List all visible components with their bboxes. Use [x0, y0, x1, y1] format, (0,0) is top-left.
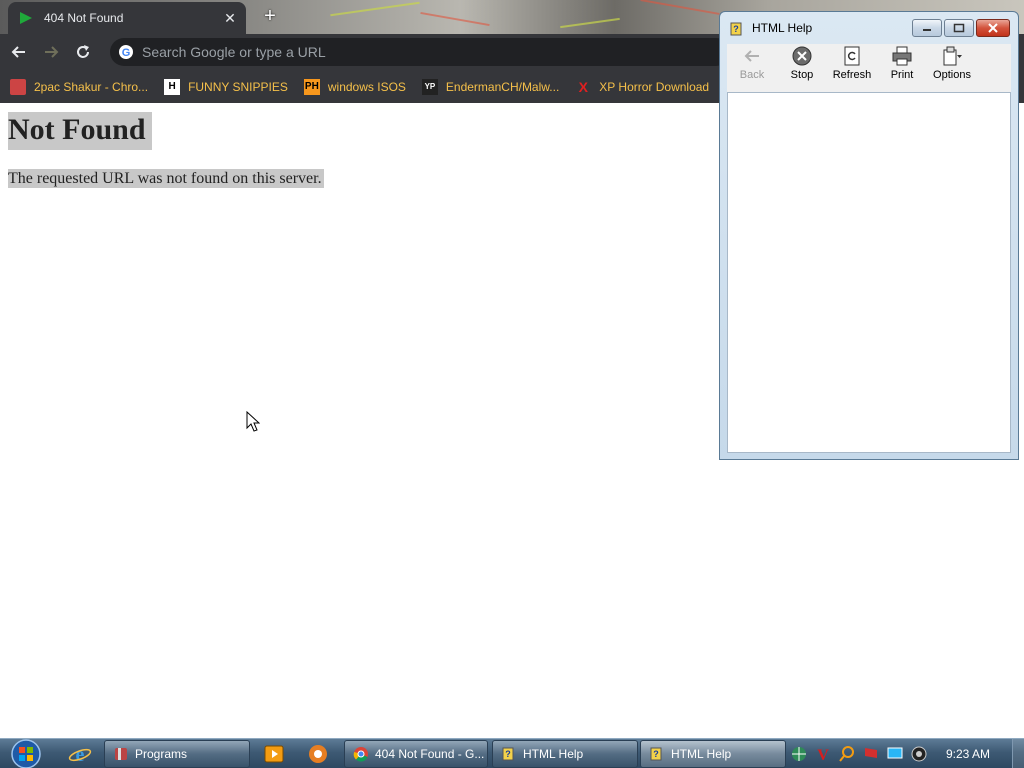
help-back-button[interactable]: Back — [727, 45, 777, 81]
help-options-label: Options — [933, 69, 971, 81]
bookmark-funny-snippies[interactable]: H FUNNY SNIPPIES — [164, 78, 288, 95]
close-button[interactable] — [976, 19, 1010, 37]
start-orb-icon[interactable] — [6, 738, 46, 768]
tupac-icon — [10, 78, 26, 95]
play-flag-icon — [20, 12, 32, 24]
svg-text:?: ? — [653, 749, 659, 759]
forward-button[interactable] — [38, 39, 64, 65]
svg-text:V: V — [817, 747, 829, 763]
help-content-pane[interactable] — [727, 92, 1011, 453]
svg-text:G: G — [122, 47, 131, 59]
programs-icon — [115, 748, 127, 760]
help-book-icon: ? — [730, 22, 742, 36]
antivirus-v-icon[interactable]: V — [814, 745, 832, 763]
show-desktop-button[interactable] — [1012, 739, 1024, 768]
help-book-icon: ? — [502, 747, 514, 761]
task-label: HTML Help — [671, 747, 732, 761]
search-tool-icon[interactable] — [838, 745, 856, 763]
task-label: HTML Help — [523, 747, 584, 761]
stop-icon — [792, 46, 812, 66]
bookmark-label: 2pac Shakur - Chro... — [34, 79, 149, 94]
help-toolbar: Back Stop Refresh Print Options — [727, 44, 1011, 92]
error-message: The requested URL was not found on this … — [8, 169, 324, 188]
taskbar-html-help-1[interactable]: ? HTML Help — [492, 740, 638, 768]
bookmark-2pac[interactable]: 2pac Shakur - Chro... — [10, 78, 149, 95]
bookmark-label: FUNNY SNIPPIES — [188, 79, 288, 94]
bookmark-label: XP Horror Download — [599, 79, 710, 94]
bookmark-label: EndermanCH/Malw... — [445, 79, 560, 94]
help-print-label: Print — [890, 69, 914, 81]
back-button[interactable] — [6, 39, 32, 65]
x-icon: X — [578, 78, 588, 95]
help-stop-button[interactable]: Stop — [777, 45, 827, 81]
help-back-label: Back — [739, 69, 765, 81]
minimize-button[interactable] — [912, 19, 942, 37]
omnibox-input[interactable] — [142, 44, 730, 60]
reload-button[interactable] — [70, 39, 96, 65]
help-book-icon: ? — [650, 747, 662, 761]
page-title: Not Found — [8, 112, 152, 150]
refresh-icon — [844, 46, 860, 66]
help-stop-label: Stop — [790, 69, 814, 81]
omnibox[interactable]: G — [110, 38, 730, 66]
options-icon — [943, 46, 962, 66]
display-icon[interactable] — [886, 745, 904, 763]
help-print-button[interactable]: Print — [877, 45, 927, 81]
close-icon — [988, 23, 998, 33]
maximize-icon — [953, 23, 965, 33]
app-shortcut-icon[interactable] — [306, 743, 330, 765]
chrome-icon — [353, 747, 368, 762]
h-icon: H — [164, 78, 181, 95]
yp-icon: YP — [421, 78, 438, 95]
google-g-icon: G — [119, 45, 133, 59]
arrow-left-icon — [11, 46, 25, 58]
taskbar: e Programs 404 Not Found - G... ? HTML H… — [0, 738, 1024, 768]
task-label: 404 Not Found - G... — [375, 747, 485, 761]
media-player-icon[interactable] — [262, 743, 286, 765]
tab-close-icon[interactable]: ✕ — [222, 10, 238, 26]
help-options-button[interactable]: Options — [927, 45, 977, 81]
internet-explorer-icon[interactable]: e — [68, 743, 92, 765]
bookmark-label: windows ISOS — [327, 79, 406, 94]
svg-text:e: e — [76, 744, 85, 765]
bookmark-windows-isos[interactable]: PH windows ISOS — [303, 78, 406, 95]
svg-text:?: ? — [505, 749, 511, 759]
minimize-icon — [923, 29, 931, 31]
bookmark-endermanch[interactable]: YP EndermanCH/Malw... — [421, 78, 560, 95]
taskbar-clock[interactable]: 9:23 AM — [946, 747, 990, 761]
printer-icon — [892, 46, 912, 66]
arrow-left-icon — [744, 50, 759, 62]
reload-icon — [77, 45, 89, 58]
help-refresh-label: Refresh — [832, 69, 872, 81]
bookmark-xp-horror[interactable]: X XP Horror Download — [575, 78, 710, 95]
arrow-right-icon — [45, 46, 59, 58]
tab-title: 404 Not Found — [44, 11, 124, 25]
taskbar-chrome-404[interactable]: 404 Not Found - G... — [344, 740, 488, 768]
volume-icon[interactable] — [910, 745, 928, 763]
mouse-cursor-icon — [246, 411, 260, 432]
taskbar-html-help-2[interactable]: ? HTML Help — [640, 740, 786, 768]
html-help-window: ? HTML Help Back Stop Refresh Print Opti… — [719, 11, 1019, 460]
network-globe-icon[interactable] — [790, 745, 808, 763]
svg-text:?: ? — [733, 24, 739, 34]
help-refresh-button[interactable]: Refresh — [827, 45, 877, 81]
flag-icon[interactable] — [862, 745, 880, 763]
taskbar-programs[interactable]: Programs — [104, 740, 250, 768]
help-title: HTML Help — [752, 21, 813, 35]
task-label: Programs — [135, 747, 188, 761]
new-tab-button[interactable]: + — [258, 5, 282, 29]
tab-404-not-found[interactable]: 404 Not Found ✕ — [8, 2, 246, 34]
maximize-button[interactable] — [944, 19, 974, 37]
ph-icon: PH — [303, 78, 320, 95]
